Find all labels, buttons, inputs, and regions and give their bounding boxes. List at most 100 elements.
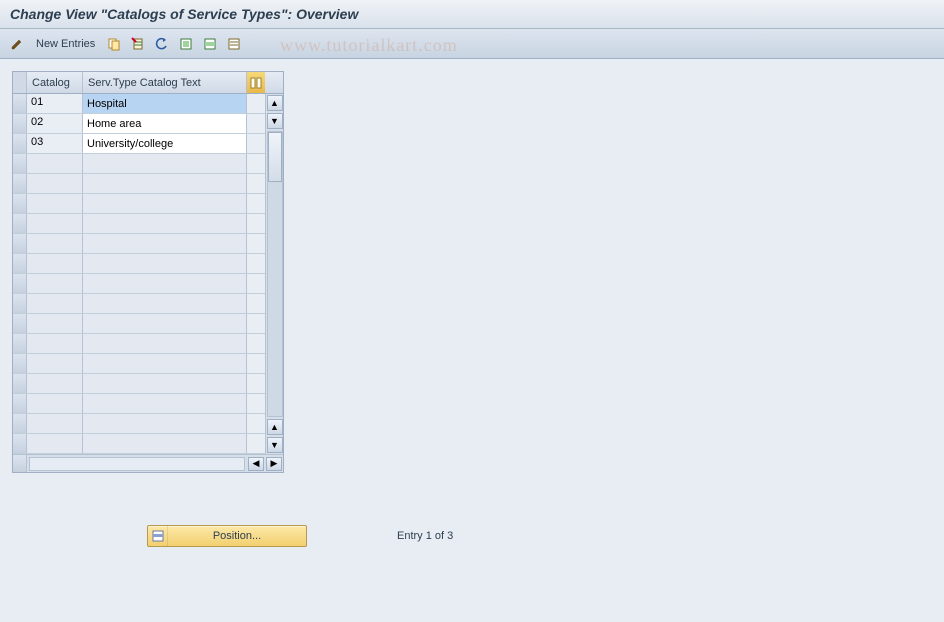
table-row <box>13 154 265 174</box>
row-selector[interactable] <box>13 434 27 453</box>
row-selector[interactable] <box>13 194 27 213</box>
catalog-text-input[interactable] <box>83 314 246 333</box>
cell-catalog[interactable] <box>27 214 83 233</box>
row-selector[interactable] <box>13 354 27 373</box>
cell-text[interactable] <box>83 334 247 353</box>
select-all-icon[interactable] <box>177 35 195 53</box>
column-header-selector[interactable] <box>13 72 27 93</box>
row-selector[interactable] <box>13 114 27 133</box>
cell-text[interactable] <box>83 154 247 173</box>
catalog-text-input[interactable] <box>83 174 246 193</box>
cell-catalog[interactable] <box>27 314 83 333</box>
deselect-all-icon[interactable] <box>225 35 243 53</box>
cell-text[interactable] <box>83 234 247 253</box>
row-selector[interactable] <box>13 214 27 233</box>
cell-text[interactable] <box>83 294 247 313</box>
cell-catalog[interactable] <box>27 334 83 353</box>
catalog-text-input[interactable] <box>83 274 246 293</box>
hscroll-track[interactable] <box>29 457 245 471</box>
row-selector[interactable] <box>13 414 27 433</box>
catalog-text-input[interactable] <box>83 114 246 133</box>
row-selector[interactable] <box>13 294 27 313</box>
cell-text[interactable] <box>83 354 247 373</box>
catalog-text-input[interactable] <box>83 94 246 113</box>
cell-catalog[interactable] <box>27 274 83 293</box>
row-selector[interactable] <box>13 254 27 273</box>
cell-text[interactable] <box>83 314 247 333</box>
row-selector[interactable] <box>13 94 27 113</box>
row-selector[interactable] <box>13 314 27 333</box>
scroll-track[interactable] <box>267 131 283 417</box>
catalog-text-input[interactable] <box>83 354 246 373</box>
row-selector[interactable] <box>13 174 27 193</box>
table-row: 02 <box>13 114 265 134</box>
cell-text[interactable] <box>83 134 247 153</box>
new-entries-button[interactable]: New Entries <box>32 36 99 52</box>
cell-catalog[interactable]: 03 <box>27 134 83 153</box>
catalog-text-input[interactable] <box>83 294 246 313</box>
scroll-right-icon[interactable]: ▶ <box>266 457 282 471</box>
cell-text[interactable] <box>83 274 247 293</box>
cell-catalog[interactable] <box>27 374 83 393</box>
row-selector[interactable] <box>13 394 27 413</box>
row-selector[interactable] <box>13 134 27 153</box>
scroll-down-icon[interactable]: ▼ <box>267 113 283 129</box>
scroll-thumb[interactable] <box>268 132 282 182</box>
cell-catalog[interactable]: 01 <box>27 94 83 113</box>
cell-text[interactable] <box>83 194 247 213</box>
catalog-text-input[interactable] <box>83 134 246 153</box>
catalog-text-input[interactable] <box>83 374 246 393</box>
cell-text[interactable] <box>83 414 247 433</box>
cell-text[interactable] <box>83 254 247 273</box>
cell-catalog[interactable] <box>27 434 83 453</box>
cell-catalog[interactable] <box>27 254 83 273</box>
catalog-text-input[interactable] <box>83 254 246 273</box>
cell-text[interactable] <box>83 394 247 413</box>
row-selector[interactable] <box>13 234 27 253</box>
row-selector[interactable] <box>13 374 27 393</box>
cell-text[interactable] <box>83 214 247 233</box>
cell-catalog[interactable] <box>27 294 83 313</box>
horizontal-scrollbar[interactable]: ◀ ▶ <box>13 454 283 472</box>
cell-catalog[interactable] <box>27 174 83 193</box>
select-block-icon[interactable] <box>201 35 219 53</box>
column-header-text[interactable]: Serv.Type Catalog Text <box>83 72 247 93</box>
undo-icon[interactable] <box>153 35 171 53</box>
catalog-text-input[interactable] <box>83 414 246 433</box>
catalog-text-input[interactable] <box>83 234 246 253</box>
column-header-catalog[interactable]: Catalog <box>27 72 83 93</box>
column-config-icon[interactable] <box>247 72 265 93</box>
cell-text[interactable] <box>83 94 247 113</box>
catalog-text-input[interactable] <box>83 334 246 353</box>
catalog-text-input[interactable] <box>83 154 246 173</box>
scroll-up2-icon[interactable]: ▲ <box>267 419 283 435</box>
cell-text[interactable] <box>83 374 247 393</box>
copy-icon[interactable] <box>105 35 123 53</box>
row-selector[interactable] <box>13 274 27 293</box>
scroll-up-icon[interactable]: ▲ <box>267 95 283 111</box>
cell-text[interactable] <box>83 114 247 133</box>
cell-catalog[interactable] <box>27 414 83 433</box>
row-selector[interactable] <box>13 154 27 173</box>
cell-text[interactable] <box>83 174 247 193</box>
cell-catalog[interactable] <box>27 354 83 373</box>
cell-catalog[interactable] <box>27 154 83 173</box>
catalog-text-input[interactable] <box>83 394 246 413</box>
position-button[interactable]: Position... <box>147 525 307 547</box>
catalog-text-input[interactable] <box>83 434 246 453</box>
cell-catalog[interactable] <box>27 234 83 253</box>
catalog-text-input[interactable] <box>83 194 246 213</box>
catalog-text-input[interactable] <box>83 214 246 233</box>
entry-status: Entry 1 of 3 <box>397 530 453 542</box>
row-selector[interactable] <box>13 334 27 353</box>
vertical-scrollbar[interactable]: ▲ ▼ ▲ ▼ <box>265 94 283 454</box>
scroll-down2-icon[interactable]: ▼ <box>267 437 283 453</box>
toggle-edit-icon[interactable] <box>8 35 26 53</box>
table-row <box>13 354 265 374</box>
cell-text[interactable] <box>83 434 247 453</box>
scroll-left-icon[interactable]: ◀ <box>248 457 264 471</box>
delete-icon[interactable] <box>129 35 147 53</box>
cell-catalog[interactable] <box>27 194 83 213</box>
cell-catalog[interactable] <box>27 394 83 413</box>
cell-catalog[interactable]: 02 <box>27 114 83 133</box>
